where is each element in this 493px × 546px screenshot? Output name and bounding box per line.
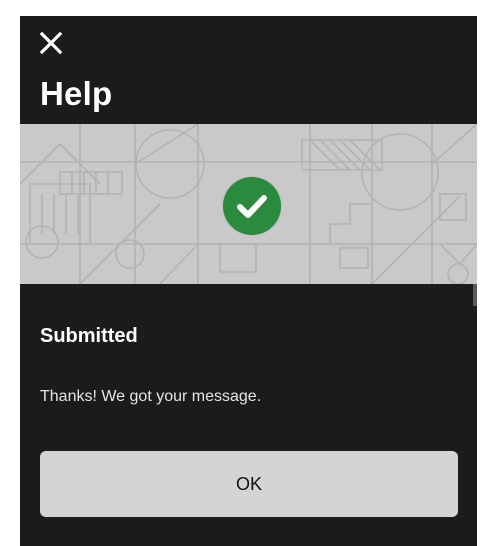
confirmation-message: Thanks! We got your message. bbox=[40, 388, 262, 405]
close-button[interactable] bbox=[38, 30, 64, 56]
ok-button[interactable]: OK bbox=[40, 451, 458, 517]
close-icon bbox=[39, 31, 63, 55]
page-title: Help bbox=[40, 75, 113, 112]
status-heading: Submitted bbox=[40, 325, 138, 347]
scrollbar[interactable] bbox=[473, 284, 477, 306]
check-circle-icon bbox=[223, 177, 281, 235]
help-dialog: Help Submitted Thanks! We got your messa… bbox=[20, 16, 477, 546]
